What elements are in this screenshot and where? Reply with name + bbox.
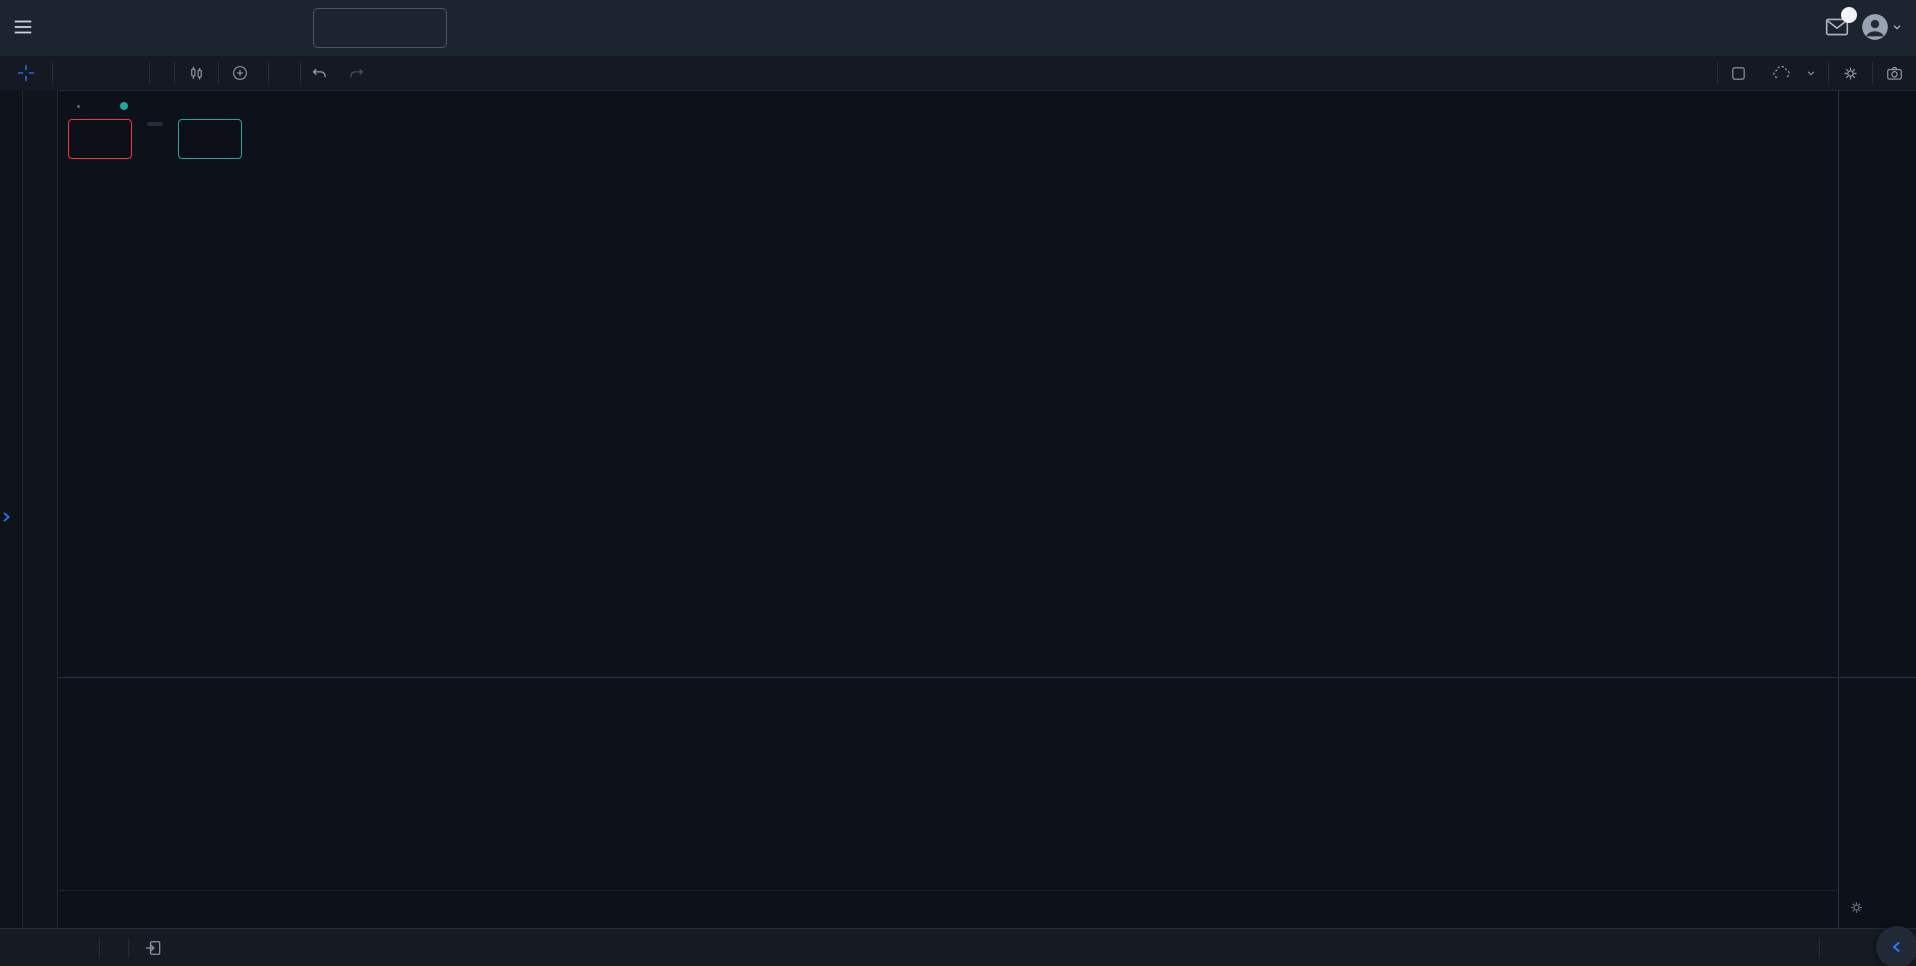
- chart-settings-button[interactable]: [1829, 56, 1872, 90]
- gear-icon: [1848, 899, 1865, 916]
- compare-button[interactable]: [219, 56, 268, 90]
- candles-icon: [187, 64, 206, 83]
- chart-toolbar: [0, 56, 1916, 91]
- crosshair-icon: [16, 63, 36, 83]
- goto-date-icon: [143, 938, 163, 958]
- spread-display: [133, 119, 177, 126]
- notification-badge: [1841, 7, 1857, 23]
- chevron-down-icon: [1892, 22, 1902, 32]
- top-bar: [0, 0, 1916, 56]
- indicators-button[interactable]: [269, 56, 300, 90]
- screenshot-button[interactable]: [1873, 56, 1916, 90]
- interval-button[interactable]: [150, 56, 174, 90]
- drawing-toolbar: [0, 90, 58, 928]
- layout-select-button[interactable]: [1718, 56, 1759, 90]
- spread-value: [147, 122, 163, 126]
- redo-icon: [347, 64, 366, 83]
- layout-icon: [1730, 65, 1747, 82]
- sell-button[interactable]: [68, 119, 132, 159]
- buy-button[interactable]: [178, 119, 242, 159]
- avatar-icon: [1861, 13, 1889, 41]
- chevron-left-icon: [1888, 938, 1906, 956]
- redo-button[interactable]: [338, 56, 375, 90]
- cursor-tool-button[interactable]: [0, 56, 52, 90]
- new-order-button[interactable]: [313, 8, 447, 48]
- rsi-canvas[interactable]: [57, 677, 1838, 890]
- expand-panel-button[interactable]: [0, 508, 14, 526]
- dot-separator: [77, 105, 80, 108]
- activtrader-app: [0, 0, 1916, 966]
- account-menu[interactable]: [1861, 13, 1902, 41]
- collapse-panel-button[interactable]: [1876, 926, 1916, 966]
- market-open-dot: [120, 102, 128, 110]
- chart-style-button[interactable]: [175, 56, 218, 90]
- price-scale[interactable]: [1838, 90, 1916, 928]
- axis-settings-button[interactable]: [1848, 899, 1865, 916]
- chevron-down-icon: [1806, 68, 1816, 78]
- notifications-button[interactable]: [1824, 14, 1850, 40]
- cloud-icon: [1771, 63, 1792, 84]
- menu-icon[interactable]: [10, 14, 36, 40]
- gear-icon: [1841, 64, 1860, 83]
- price-chart-canvas[interactable]: [57, 90, 1838, 677]
- undo-icon: [310, 64, 329, 83]
- pane-divider[interactable]: [57, 677, 1916, 678]
- camera-icon: [1885, 64, 1904, 83]
- bottom-toolbar: [0, 928, 1916, 966]
- cloud-save-button[interactable]: [1759, 56, 1828, 90]
- chart-legend: [68, 102, 242, 159]
- compare-icon: [231, 64, 249, 82]
- time-axis[interactable]: [57, 890, 1838, 929]
- symbol-button[interactable]: [53, 56, 149, 90]
- undo-button[interactable]: [301, 56, 338, 90]
- goto-date-button[interactable]: [143, 938, 163, 958]
